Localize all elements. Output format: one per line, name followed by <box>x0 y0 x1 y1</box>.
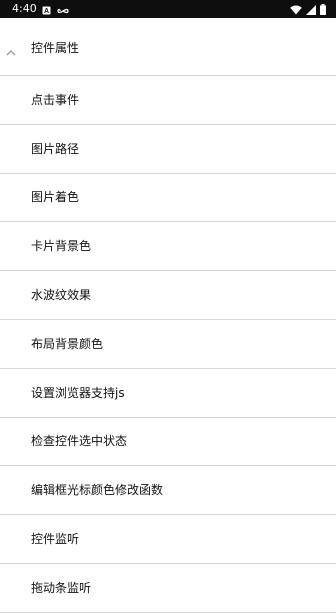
status-time: 4:40 <box>12 2 37 15</box>
list-item-label: 检查控件选中状态 <box>31 434 128 449</box>
settings-list: 控件属性 点击事件 图片路径 图片着色 卡片背景色 水波纹效果 布局背景颜色 设… <box>0 18 336 613</box>
wifi-icon <box>290 0 302 19</box>
list-item-label: 布局背景颜色 <box>31 336 104 351</box>
list-item-check-selected-state[interactable]: 检查控件选中状态 <box>0 417 336 467</box>
battery-icon <box>320 0 326 19</box>
svg-text:A: A <box>44 8 49 15</box>
list-item-ripple-effect[interactable]: 水波纹效果 <box>0 271 336 320</box>
list-item-label: 图片路径 <box>31 141 80 156</box>
list-item-seekbar-listener[interactable]: 拖动条监听 <box>0 563 336 613</box>
status-notification-icons: A <box>42 3 69 15</box>
list-item-control-listener[interactable]: 控件监听 <box>0 515 336 564</box>
list-item-label: 卡片背景色 <box>31 239 92 254</box>
list-item-image-path[interactable]: 图片路径 <box>0 124 336 174</box>
list-item-browser-js-support[interactable]: 设置浏览器支持js <box>0 368 336 418</box>
list-item-label: 编辑框光标颜色修改函数 <box>31 483 164 498</box>
list-item-label: 水波纹效果 <box>31 288 92 303</box>
list-item-label: 设置浏览器支持js <box>31 385 125 400</box>
status-system-icons <box>290 3 326 15</box>
list-item-label: 拖动条监听 <box>31 580 92 595</box>
signal-icon <box>306 0 316 19</box>
list-item-card-background-color[interactable]: 卡片背景色 <box>0 222 336 272</box>
list-item-click-event[interactable]: 点击事件 <box>0 76 336 125</box>
list-item-label: 控件监听 <box>31 532 80 547</box>
notification-infinity-icon <box>57 0 69 19</box>
chevron-up-icon <box>6 42 16 56</box>
list-item-label: 点击事件 <box>31 92 80 107</box>
status-bar: 4:40 A <box>0 0 336 18</box>
group-title: 控件属性 <box>31 41 80 55</box>
list-item-label: 图片着色 <box>31 190 80 205</box>
notification-a-icon: A <box>42 0 51 19</box>
group-header-control-properties[interactable]: 控件属性 <box>0 18 336 76</box>
list-item-cursor-color-function[interactable]: 编辑框光标颜色修改函数 <box>0 466 336 516</box>
list-item-layout-background-color[interactable]: 布局背景颜色 <box>0 319 336 369</box>
list-item-image-tint[interactable]: 图片着色 <box>0 173 336 223</box>
